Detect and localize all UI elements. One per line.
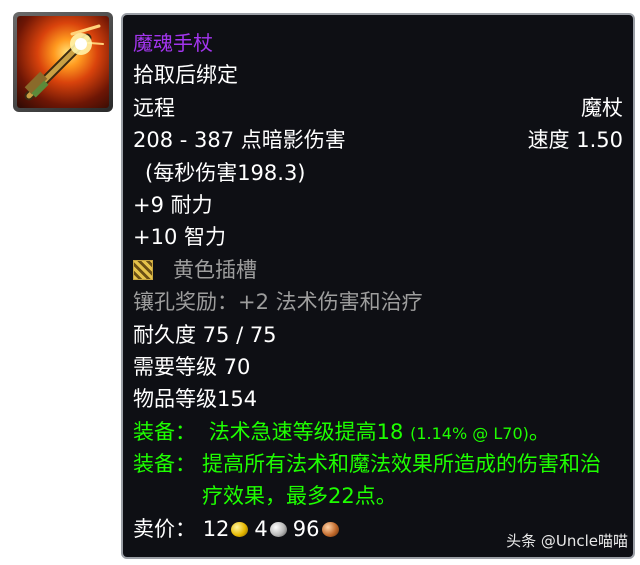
item-tooltip: 魔魂手杖 拾取后绑定 远程 魔杖 208 - 387 点暗影伤害 速度 1.50…: [121, 13, 635, 559]
socket-label: 黄色插槽: [173, 257, 257, 282]
slot-row: 远程 魔杖: [133, 92, 623, 124]
equip-haste-detail: (1.14% @ L70): [410, 423, 529, 443]
stat-intellect: +10 智力: [133, 225, 226, 250]
equip-haste-row: 装备： 法术急速等级提高18 (1.14% @ L70)。: [133, 416, 623, 448]
sell-price-group: 卖价： 12 4 96: [133, 513, 345, 545]
equip-haste-end: 。: [528, 419, 550, 444]
flaming-wand-icon: [17, 16, 109, 108]
binding-text: 拾取后绑定: [133, 63, 238, 88]
damage-text: 208 - 387 点暗影伤害: [133, 128, 346, 153]
sell-silver: 4: [254, 516, 268, 541]
equip-prefix-2: 装备：: [133, 452, 196, 477]
dps-text: (每秒伤害198.3): [145, 160, 306, 185]
item-name: 魔魂手杖: [133, 31, 213, 55]
socket-row: 黄色插槽: [133, 254, 623, 286]
binding-row: 拾取后绑定: [133, 59, 623, 91]
yellow-socket-icon[interactable]: [133, 259, 153, 280]
durability-text: 耐久度 75 / 75: [133, 322, 277, 347]
watermark: 头条 @Uncle喵喵: [506, 532, 628, 550]
socket-bonus: 镶孔奖励：+2 法术伤害和治疗: [133, 290, 423, 315]
stat-intellect-row: +10 智力: [133, 221, 623, 253]
durability-row: 耐久度 75 / 75: [133, 319, 623, 351]
equip-haste-text: 法术急速等级提高18: [208, 419, 404, 444]
weapon-type: 魔杖: [581, 95, 623, 120]
equip-prefix: 装备：: [133, 419, 196, 444]
speed-text: 速度 1.50: [527, 128, 623, 153]
sell-copper: 96: [292, 516, 320, 541]
item-icon-frame[interactable]: [13, 12, 113, 112]
item-name-row: 魔魂手杖: [133, 27, 623, 59]
equip-spellpower-row: 装备： 提高所有法术和魔法效果所造成的伤害和治疗效果，最多22点。: [133, 448, 613, 513]
required-level-row: 需要等级 70: [133, 351, 623, 383]
required-level-text: 需要等级 70: [133, 354, 251, 379]
damage-row: 208 - 387 点暗影伤害 速度 1.50: [133, 124, 623, 156]
item-level-row: 物品等级154: [133, 383, 623, 415]
silver-coin-icon: [269, 521, 287, 537]
sell-gold: 12: [202, 516, 230, 541]
equip-spellpower-text: 提高所有法术和魔法效果所造成的伤害和治疗效果，最多22点。: [202, 452, 601, 509]
dps-row: (每秒伤害198.3): [133, 157, 623, 189]
slot-text: 远程: [133, 95, 175, 120]
socket-group: 黄色插槽: [133, 254, 257, 286]
item-level-text: 物品等级154: [133, 387, 258, 412]
equip-haste-group: 装备： 法术急速等级提高18 (1.14% @ L70)。: [133, 416, 550, 448]
gold-coin-icon: [231, 521, 249, 537]
socket-bonus-row: 镶孔奖励：+2 法术伤害和治疗: [133, 286, 623, 318]
stat-stamina-row: +9 耐力: [133, 189, 623, 221]
sell-label: 卖价：: [133, 516, 196, 541]
copper-coin-icon: [321, 521, 339, 537]
stat-stamina: +9 耐力: [133, 192, 213, 217]
